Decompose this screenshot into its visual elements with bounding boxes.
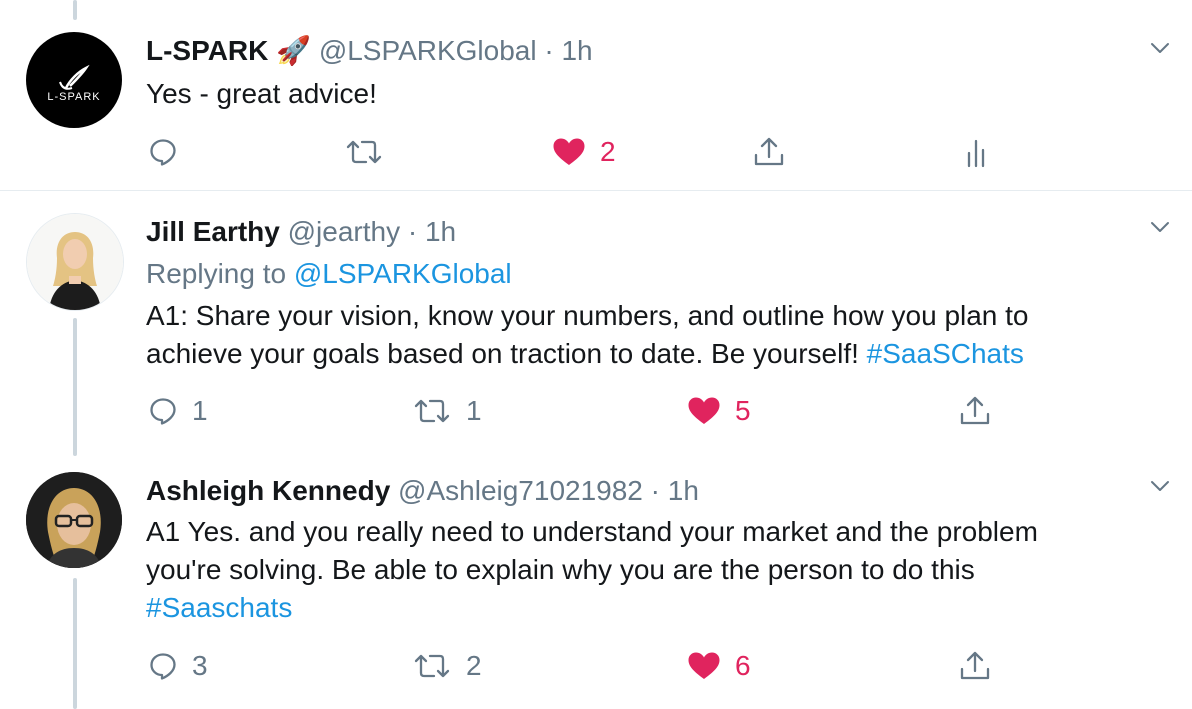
tweet-text: Yes - great advice! (146, 78, 377, 109)
rocket-emoji: 🚀 (276, 35, 312, 66)
share-button[interactable] (958, 646, 992, 686)
display-name[interactable]: Ashleigh Kennedy (146, 475, 390, 506)
reply-icon (150, 139, 176, 166)
separator-dot: · (544, 35, 554, 66)
share-button[interactable] (958, 391, 992, 431)
reply-count: 3 (192, 650, 208, 681)
tweet-header: Jill Earthy @jearthy · 1h (146, 215, 456, 249)
display-name[interactable]: Jill Earthy (146, 216, 280, 247)
like-button[interactable]: 5 (687, 391, 751, 431)
like-button[interactable]: 6 (687, 646, 751, 686)
retweet-button[interactable]: 2 (412, 646, 482, 686)
tweet-text-line: A1: Share your vision, know your numbers… (146, 300, 1029, 331)
replying-to-label: Replying to (146, 258, 287, 289)
tweet-actions: 2 (0, 132, 1192, 172)
avatar[interactable] (26, 472, 122, 568)
like-count: 2 (600, 136, 616, 167)
tweet-header: L-SPARK 🚀 @LSPARKGlobal · 1h (146, 34, 593, 68)
timestamp[interactable]: 1h (561, 35, 592, 66)
like-count: 6 (735, 650, 751, 681)
display-name[interactable]: L-SPARK (146, 35, 268, 66)
lspark-logo-icon: L-SPARK (47, 64, 100, 103)
hashtag-link[interactable]: #SaaSChats (867, 338, 1024, 369)
replying-to-link[interactable]: @LSPARKGlobal (294, 258, 512, 289)
share-icon (960, 651, 990, 680)
tweet-lspark[interactable]: L-SPARK L-SPARK 🚀 @LSPARKGlobal · 1h Yes… (0, 0, 1192, 190)
tweet-jill-earthy[interactable]: Jill Earthy @jearthy · 1h Replying to @L… (0, 191, 1192, 441)
replying-to: Replying to @LSPARKGlobal (146, 257, 512, 291)
chevron-down-icon[interactable] (1148, 215, 1172, 239)
timestamp[interactable]: 1h (425, 216, 456, 247)
reply-button[interactable]: 1 (148, 391, 208, 431)
profile-photo-icon (26, 472, 122, 568)
tweet-header: Ashleigh Kennedy @Ashleig71021982 · 1h (146, 474, 699, 508)
separator-dot: · (650, 475, 660, 506)
like-icon (688, 652, 720, 679)
retweet-icon (414, 654, 450, 678)
share-icon (960, 396, 990, 425)
retweet-icon (346, 140, 382, 164)
share-button[interactable] (752, 132, 786, 172)
like-icon (553, 138, 585, 165)
like-icon (688, 397, 720, 424)
retweet-count: 2 (466, 650, 482, 681)
analytics-button[interactable] (962, 132, 992, 172)
tweet-text-segment: achieve your goals based on traction to … (146, 338, 867, 369)
separator-dot: · (407, 216, 418, 247)
timestamp[interactable]: 1h (668, 475, 699, 506)
like-count: 5 (735, 395, 751, 426)
tweet-ashleigh-kennedy[interactable]: Ashleigh Kennedy @Ashleig71021982 · 1h A… (0, 450, 1192, 709)
user-handle[interactable]: @jearthy (288, 216, 400, 247)
retweet-button[interactable] (344, 132, 398, 172)
user-handle[interactable]: @LSPARKGlobal (319, 35, 537, 66)
reply-count: 1 (192, 395, 208, 426)
tweet-actions: 3 2 6 (0, 646, 1192, 686)
tweet-text-line: you're solving. Be able to explain why y… (146, 554, 975, 585)
avatar[interactable] (26, 213, 124, 311)
retweet-icon (414, 399, 450, 423)
chevron-down-icon[interactable] (1148, 36, 1172, 60)
chevron-down-icon[interactable] (1148, 474, 1172, 498)
tweet-text: A1 Yes. and you really need to understan… (146, 513, 1166, 627)
reply-icon (150, 653, 176, 680)
analytics-icon (967, 139, 985, 168)
tweet-text-line: A1 Yes. and you really need to understan… (146, 516, 1038, 547)
tweet-text-line: achieve your goals based on traction to … (146, 335, 1166, 373)
reply-button[interactable] (148, 132, 192, 172)
user-handle[interactable]: @Ashleig71021982 (398, 475, 643, 506)
tweet-actions: 1 1 5 (0, 391, 1192, 431)
reply-button[interactable]: 3 (148, 646, 208, 686)
tweet-text-line: #Saaschats (146, 589, 1166, 627)
share-icon (754, 137, 784, 166)
tweet-text: A1: Share your vision, know your numbers… (146, 297, 1166, 373)
hashtag-link[interactable]: #Saaschats (146, 592, 292, 623)
retweet-button[interactable]: 1 (412, 391, 482, 431)
avatar[interactable]: L-SPARK (26, 32, 122, 128)
profile-photo-icon (27, 214, 123, 310)
reply-icon (150, 398, 176, 425)
svg-text:L-SPARK: L-SPARK (47, 91, 100, 103)
like-button[interactable]: 2 (552, 132, 616, 172)
retweet-count: 1 (466, 395, 482, 426)
